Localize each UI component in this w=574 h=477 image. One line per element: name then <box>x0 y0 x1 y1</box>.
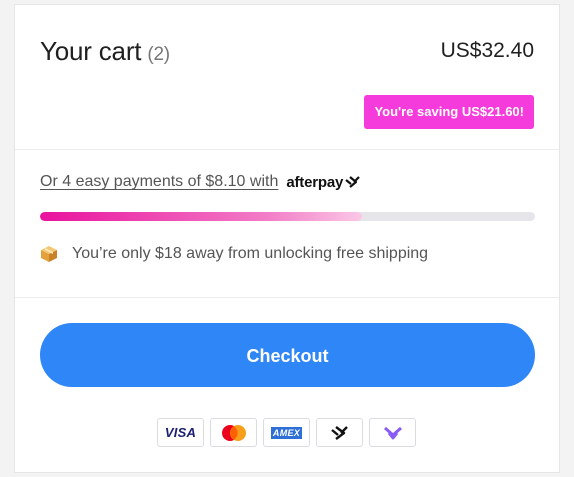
saving-badge: You're saving US$21.60! <box>364 95 534 129</box>
chevron-heart-mark <box>383 426 402 439</box>
cart-title-text: Your cart <box>40 36 142 66</box>
afterpay-logo-text: afterpay <box>286 173 344 191</box>
afterpay-logo: afterpay <box>286 174 362 191</box>
amex-card-icon: AMEX <box>263 418 310 447</box>
free-shipping-progress-fill <box>40 212 362 221</box>
package-icon <box>41 246 57 262</box>
mastercard-circles <box>221 424 246 441</box>
afterpay-icon <box>316 418 363 447</box>
visa-label: VISA <box>164 425 197 440</box>
cart-header: Your cart (2) US$32.40 You're saving US$2… <box>15 5 559 150</box>
cart-total: US$32.40 <box>440 39 534 62</box>
afterpay-mark <box>330 425 348 440</box>
cart-item-count: (2) <box>147 44 170 65</box>
afterpay-offer: Or 4 easy payments of $8.10 with afterpa… <box>40 173 362 191</box>
checkout-section: Checkout VISA AMEX <box>15 297 559 474</box>
checkout-button[interactable]: Checkout <box>40 323 535 387</box>
visa-card-icon: VISA <box>157 418 204 447</box>
cart-summary-panel: Your cart (2) US$32.40 You're saving US$2… <box>14 4 560 473</box>
free-shipping-message: You’re only $18 away from unlocking free… <box>40 245 428 263</box>
cart-promotions: Or 4 easy payments of $8.10 with afterpa… <box>15 149 559 298</box>
afterpay-arrows-icon <box>345 176 360 188</box>
free-shipping-text: You’re only $18 away from unlocking free… <box>72 245 429 262</box>
payment-methods: VISA AMEX <box>157 418 416 447</box>
mastercard-icon <box>210 418 257 447</box>
amex-label: AMEX <box>270 426 303 439</box>
free-shipping-progress <box>40 212 535 221</box>
chevron-heart-icon <box>369 418 416 447</box>
afterpay-payments-link[interactable]: Or 4 easy payments of $8.10 with <box>40 173 278 191</box>
cart-title: Your cart (2) <box>40 36 170 67</box>
